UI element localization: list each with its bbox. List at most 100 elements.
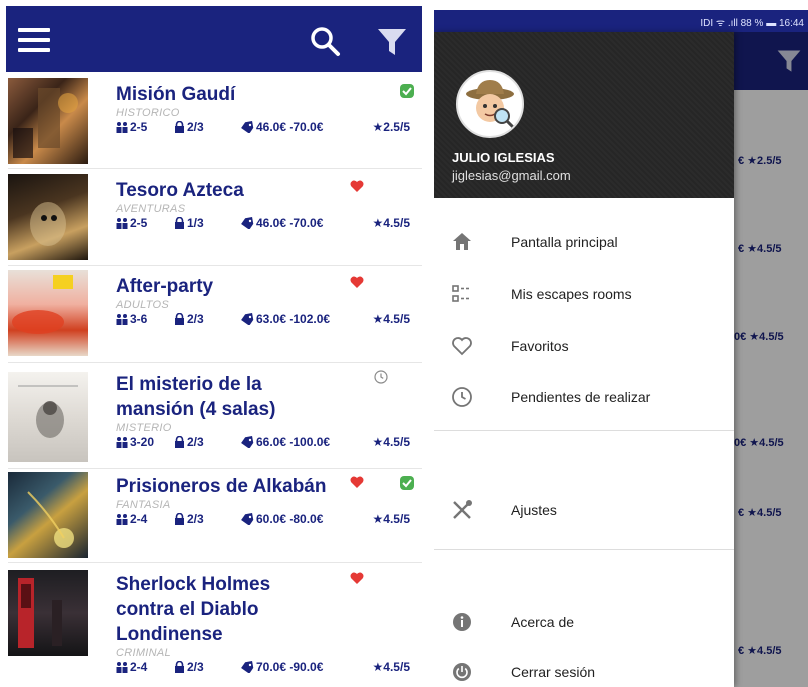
menu-item-favoritos[interactable]: Favoritos [434,326,734,366]
room-stats: 3-6 2/3 63.0€ -102.0€ ★ 4.5/5 [116,312,416,330]
room-stats: 2-4 2/3 70.0€ -90.0€ ★ 4.5/5 [116,660,416,678]
room-title[interactable]: El misterio de la mansión (4 salas) [116,372,416,422]
user-email: jiglesias@gmail.com [452,168,571,183]
players-stat: 3-20 [116,435,154,449]
room-title[interactable]: Prisioneros de Alkabán [116,474,416,499]
players-stat: 3-6 [116,312,147,326]
rating-stat: ★ 4.5/5 [372,660,410,674]
players-icon [116,122,128,133]
price-tag-icon [241,661,254,673]
price-stat: 70.0€ -90.0€ [240,660,323,674]
rating-stat: ★ 4.5/5 [372,216,410,230]
list-item[interactable]: Prisioneros de Alkabán FANTASIA 2-4 2/3 … [0,470,422,566]
difficulty-stat: 2/3 [174,660,204,674]
players-icon [116,218,128,229]
lock-icon [175,513,184,525]
price-stat: 66.0€ -100.0€ [240,435,330,449]
menu-item-label: Pendientes de realizar [511,389,651,405]
players-icon [116,314,128,325]
difficulty-stat: 2/3 [174,435,204,449]
lock-icon [175,436,184,448]
list-icon [452,285,469,302]
divider [8,468,422,469]
room-thumbnail [8,570,88,656]
detective-avatar-icon [466,80,516,130]
room-stats: 3-20 2/3 66.0€ -100.0€ ★ 4.5/5 [116,435,416,453]
settings-tools-icon [453,500,472,519]
hamburger-icon[interactable] [18,28,50,52]
price-stat: 63.0€ -102.0€ [240,312,330,326]
players-stat: 2-5 [116,216,147,230]
room-thumbnail [8,270,88,356]
price-tag-icon [241,313,254,325]
players-icon [116,437,128,448]
star-icon: ★ [372,435,384,449]
price-stat: 46.0€ -70.0€ [240,120,323,134]
info-icon [453,613,471,631]
filter-icon[interactable] [376,26,408,58]
room-title[interactable]: Tesoro Azteca [116,178,416,203]
room-category: CRIMINAL [116,647,171,659]
room-thumbnail [8,372,88,462]
menu-divider [434,430,734,431]
star-icon: ★ [372,216,384,230]
list-item[interactable]: Sherlock Holmes contra el Diablo Londinens… [0,566,422,687]
menu-item-pendientes-de-realizar[interactable]: Pendientes de realizar [434,377,734,417]
rating-stat: ★ 4.5/5 [372,512,410,526]
lock-icon [175,661,184,673]
rating-stat: ★ 2.5/5 [372,120,410,134]
room-title[interactable]: After-party [116,274,416,299]
search-icon[interactable] [308,24,342,58]
navigation-drawer-screen: € ★2.5/5 € ★4.5/5 0€ ★4.5/5 0€ ★4.5/5 € … [434,10,808,687]
heart-icon[interactable] [350,180,364,192]
menu-item-label: Favoritos [511,338,569,354]
room-thumbnail [8,472,88,558]
clock-icon [452,387,472,407]
menu-item-label: Acerca de [511,614,575,630]
heart-outline-icon [452,337,472,356]
room-title[interactable]: Misión Gaudí [116,82,416,107]
room-category: HISTORICO [116,107,180,119]
players-icon [116,514,128,525]
room-stats: 2-5 2/3 46.0€ -70.0€ ★ 2.5/5 [116,120,416,138]
price-stat: 60.0€ -80.0€ [240,512,323,526]
star-icon: ★ [372,660,384,674]
heart-icon[interactable] [350,572,364,584]
menu-item-mis-escapes-rooms[interactable]: Mis escapes rooms [434,274,734,314]
heart-icon[interactable] [350,276,364,288]
list-item[interactable]: Tesoro Azteca AVENTURAS 2-5 1/3 46.0€ -7… [0,172,422,264]
menu-item-label: Cerrar sesión [511,664,596,680]
menu-item-cerrar-sesion[interactable]: Cerrar sesión [434,652,734,687]
rating-stat: ★ 4.5/5 [372,312,410,326]
escape-rooms-list-screen: Misión Gaudí HISTORICO 2-5 2/3 46.0€ -70… [0,0,422,687]
menu-item-ajustes[interactable]: Ajustes [434,490,734,530]
menu-item-label: Mis escapes rooms [511,286,632,302]
check-badge-icon [400,476,414,490]
app-bar [6,6,422,72]
room-category: MISTERIO [116,422,172,434]
price-tag-icon [241,436,254,448]
power-icon [453,663,471,681]
menu-item-pantalla-principal[interactable]: Pantalla principal [434,222,734,262]
list-item[interactable]: El misterio de la mansión (4 salas) MISTE… [0,366,422,466]
price-tag-icon [241,217,254,229]
room-category: ADULTOS [116,299,170,311]
difficulty-stat: 2/3 [174,312,204,326]
list-item[interactable]: After-party ADULTOS 3-6 2/3 63.0€ -102.0… [0,268,422,360]
room-title[interactable]: Sherlock Holmes contra el Diablo Londinens… [116,572,416,647]
price-tag-icon [241,121,254,133]
heart-icon[interactable] [350,476,364,488]
menu-item-acerca-de[interactable]: Acerca de [434,602,734,642]
players-stat: 2-4 [116,660,147,674]
room-category: AVENTURAS [116,203,186,215]
navigation-drawer: JULIO IGLESIAS jiglesias@gmail.com Panta… [434,32,734,687]
players-stat: 2-5 [116,120,147,134]
difficulty-stat: 2/3 [174,120,204,134]
room-thumbnail [8,174,88,260]
list-item[interactable]: Misión Gaudí HISTORICO 2-5 2/3 46.0€ -70… [0,76,422,168]
lock-icon [175,217,184,229]
lock-icon [175,121,184,133]
divider [8,265,422,266]
menu-item-label: Pantalla principal [511,234,618,250]
avatar[interactable] [456,70,524,138]
